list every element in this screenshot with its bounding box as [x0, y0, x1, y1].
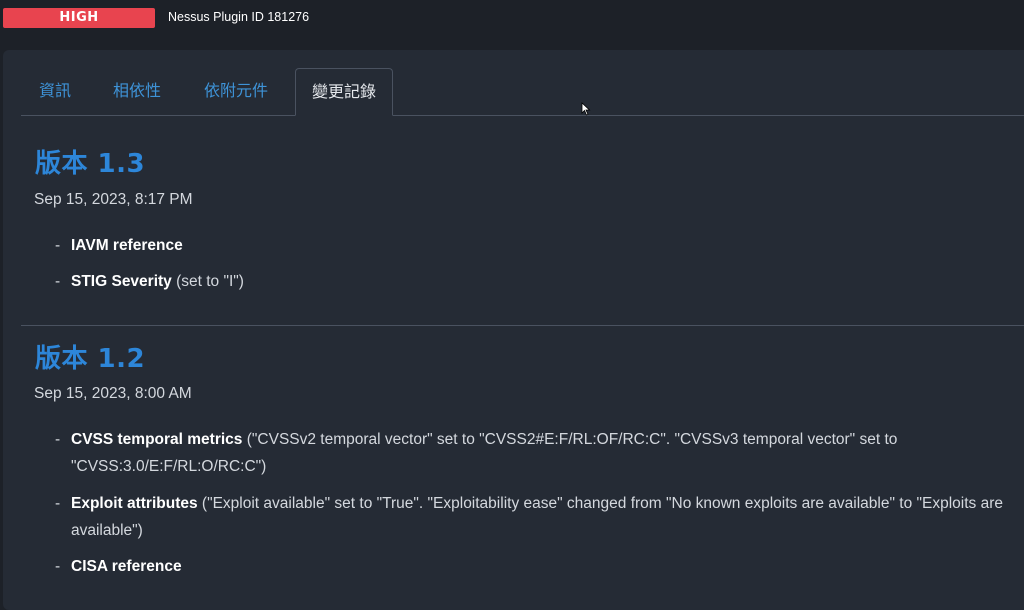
tab-dependents[interactable]: 依附元件 [204, 68, 268, 114]
list-bullet: - [55, 495, 61, 512]
plugin-id-label: Nessus Plugin ID 181276 [168, 10, 310, 24]
tab-changelog[interactable]: 變更記錄 [295, 68, 394, 116]
change-item: - CVSS temporal metrics ("CVSSv2 tempora… [55, 426, 1015, 480]
change-detail: (set to "I") [176, 273, 244, 290]
change-name: IAVM reference [71, 237, 183, 254]
change-name: CVSS temporal metrics [71, 431, 243, 448]
change-item: - IAVM reference [55, 232, 1015, 259]
list-bullet: - [55, 273, 61, 290]
change-name: Exploit attributes [71, 495, 198, 512]
change-name: CISA reference [71, 558, 182, 575]
tab-bar: 資訊 相依性 依附元件 變更記錄 [21, 68, 1024, 116]
section-divider [21, 325, 1024, 326]
tab-info[interactable]: 資訊 [39, 68, 71, 114]
change-item: - Exploit attributes ("Exploit available… [55, 490, 1015, 544]
severity-badge: HIGH [3, 8, 155, 28]
change-item: - STIG Severity (set to "I") [55, 268, 1015, 295]
change-name: STIG Severity [71, 273, 172, 290]
tab-dependencies[interactable]: 相依性 [113, 68, 161, 114]
list-bullet: - [55, 237, 61, 254]
change-item: - CISA reference [55, 553, 1015, 580]
version-date: Sep 15, 2023, 8:00 AM [34, 385, 192, 402]
mouse-cursor-icon [581, 102, 591, 116]
plugin-detail-panel: 資訊 相依性 依附元件 變更記錄 版本 1.3 Sep 15, 2023, 8:… [3, 50, 1024, 610]
change-detail: ("Exploit available" set to "True". "Exp… [71, 495, 1004, 539]
version-title: 版本 1.3 [35, 149, 146, 179]
version-date: Sep 15, 2023, 8:17 PM [34, 191, 193, 208]
version-title: 版本 1.2 [35, 344, 146, 374]
list-bullet: - [55, 558, 61, 575]
top-bar: HIGH Nessus Plugin ID 181276 [0, 0, 1024, 36]
list-bullet: - [55, 431, 61, 448]
